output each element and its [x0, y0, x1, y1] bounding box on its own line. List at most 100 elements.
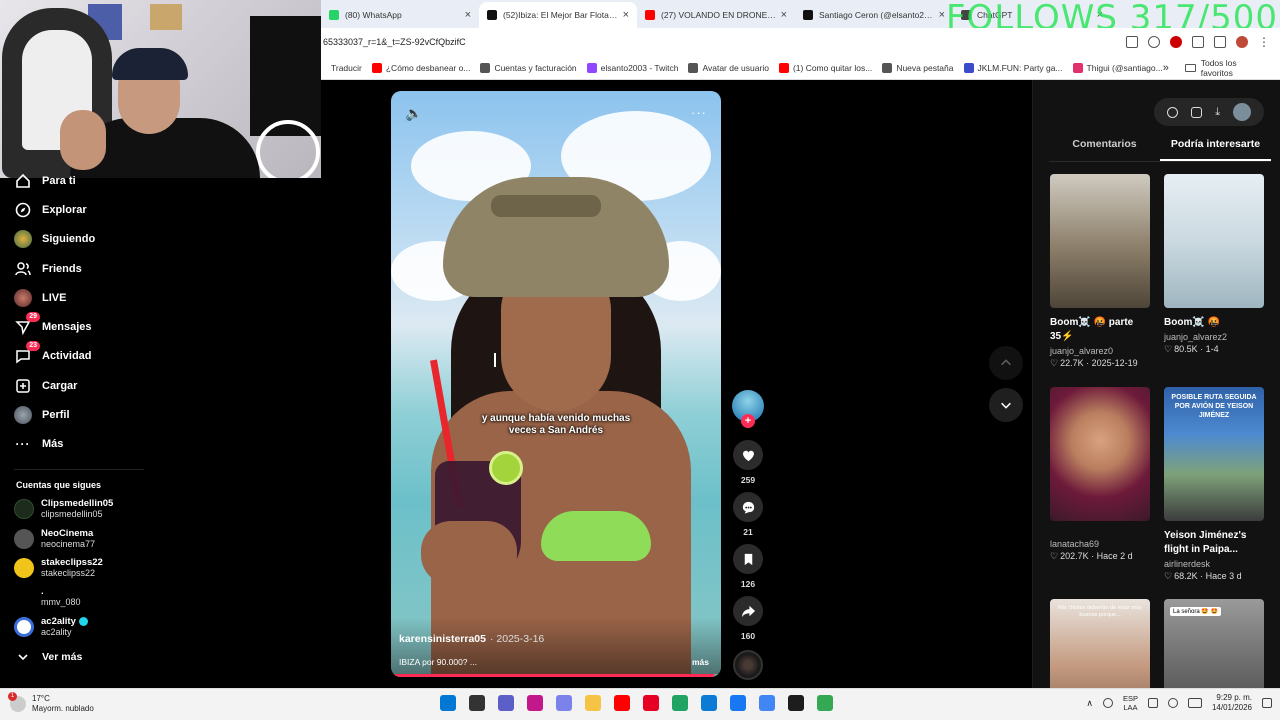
recommended-video-card[interactable]: ⋮ Boom☠️ 🤬 juanjo_alvarez2 ♡80.5K · 1-4: [1164, 174, 1264, 355]
close-tab-icon[interactable]: ×: [1097, 9, 1103, 21]
recommended-video-card[interactable]: ⋮ Boom☠️ 🤬 parte 35⚡ juanjo_alvarez0 ♡22…: [1050, 174, 1150, 369]
taskbar-app-icon[interactable]: [585, 695, 601, 711]
video-player[interactable]: 🔈 ··· y aunque había venido muchas veces…: [391, 91, 721, 677]
sidebar-item-perfil[interactable]: Perfil: [14, 404, 70, 426]
taskbar-app-icon[interactable]: [788, 695, 804, 711]
next-video-button[interactable]: [989, 388, 1023, 422]
bookmarks-overflow-icon[interactable]: »: [1163, 62, 1169, 74]
expand-description-button[interactable]: más: [692, 657, 709, 667]
chevron-up-icon[interactable]: ∧: [1086, 698, 1093, 709]
microphone-icon[interactable]: [1102, 698, 1113, 708]
bookmark-item[interactable]: (1) Como quitar los...: [778, 62, 872, 73]
followed-account[interactable]: NeoCinema neocinema77: [14, 528, 95, 550]
follow-plus-icon[interactable]: +: [741, 414, 755, 428]
like-button[interactable]: 259: [731, 440, 765, 485]
battery-icon[interactable]: [1187, 698, 1202, 708]
browser-tab[interactable]: (80) WhatsApp ×: [321, 2, 479, 28]
share-button[interactable]: 160: [731, 596, 765, 641]
close-tab-icon[interactable]: ×: [465, 9, 471, 21]
close-tab-icon[interactable]: ×: [781, 9, 787, 21]
sidebar-item-live[interactable]: LIVE: [14, 287, 66, 309]
bookmark-item[interactable]: elsanto2003 - Twitch: [586, 62, 678, 73]
see-more-accounts-button[interactable]: Ver más: [14, 646, 82, 668]
all-bookmarks-button[interactable]: Todos los favoritos: [1201, 58, 1270, 78]
notifications-icon[interactable]: [1262, 698, 1272, 708]
sidebar-item-para-ti[interactable]: Para ti: [14, 170, 76, 192]
comment-button[interactable]: 21: [731, 492, 765, 537]
sidebar-item-mensajes[interactable]: 29 Mensajes: [14, 312, 92, 338]
share-icon: [741, 605, 755, 617]
explore-icon[interactable]: [1166, 106, 1178, 118]
previous-video-button[interactable]: [989, 346, 1023, 380]
install-app-icon[interactable]: [1126, 36, 1138, 48]
taskbar-app-icon[interactable]: [672, 695, 688, 711]
more-options-icon[interactable]: ···: [691, 105, 707, 120]
bookmark-item[interactable]: Traducir: [331, 63, 362, 73]
browser-tab[interactable]: (27) VOLANDO EN DRONE 4K ×: [637, 2, 795, 28]
video-thumbnail[interactable]: ⋮: [1050, 387, 1150, 521]
volume-icon[interactable]: 🔈: [405, 105, 422, 122]
followed-account[interactable]: ac2ality ac2ality: [14, 616, 88, 638]
sidebar-item-siguiendo[interactable]: Siguiendo: [14, 228, 95, 250]
recommended-video-card[interactable]: POSIBLE RUTA SEGUIDA POR AVIÓN DE YEISON…: [1164, 387, 1264, 582]
close-tab-icon[interactable]: ×: [939, 9, 945, 21]
taskbar-app-icon[interactable]: [730, 695, 746, 711]
weather-widget[interactable]: 1 17°C Mayorm. nublado: [8, 692, 94, 714]
sidebar-item-friends[interactable]: Friends: [14, 258, 82, 280]
recommended-video-card[interactable]: ⋮ lanatacha69 ♡202.7K · Hace 2 d: [1050, 387, 1150, 562]
video-thumbnail[interactable]: ⋮: [1050, 174, 1150, 308]
bookmark-item[interactable]: Cuentas y facturación: [480, 62, 577, 73]
tab-podria-interesarte[interactable]: Podría interesarte: [1160, 138, 1271, 161]
clock[interactable]: 9:29 p. m. 14/01/2026: [1212, 693, 1252, 713]
bookmark-item[interactable]: Nueva pestaña: [882, 62, 954, 73]
sidebar-item-mas[interactable]: ··· Más: [14, 433, 64, 455]
user-avatar[interactable]: [1233, 103, 1252, 121]
windows-taskbar: 1 17°C Mayorm. nublado ∧ ESP LAA 9:29 p. m…: [0, 688, 1280, 720]
video-thumbnail[interactable]: ⋮: [1164, 174, 1264, 308]
media-controls-icon[interactable]: [1214, 36, 1226, 48]
profile-avatar-icon[interactable]: [1236, 36, 1248, 48]
download-icon[interactable]: ⤓: [1215, 106, 1220, 119]
followed-account[interactable]: Clipsmedellin05 clipsmedellin05: [14, 498, 113, 520]
close-tab-icon[interactable]: ×: [623, 9, 629, 21]
language-indicator[interactable]: ESP LAA: [1123, 694, 1138, 712]
followed-account[interactable]: stakeclipss22 stakeclipss22: [14, 557, 103, 579]
heart-icon: ♡: [1050, 358, 1059, 368]
browser-tab[interactable]: (52)Ibiza: El Mejor Bar Flotante ×: [479, 2, 637, 28]
network-icon[interactable]: [1147, 698, 1158, 708]
bookmark-item[interactable]: JKLM.FUN: Party ga...: [963, 62, 1063, 73]
save-button[interactable]: 126: [731, 544, 765, 589]
opera-extension-icon[interactable]: [1170, 36, 1182, 48]
sidebar-item-cargar[interactable]: Cargar: [14, 375, 77, 397]
bookmark-item[interactable]: Thigui (@santiago...: [1072, 62, 1163, 73]
device-icon[interactable]: [1190, 106, 1202, 118]
taskbar-app-icon[interactable]: [527, 695, 543, 711]
volume-icon[interactable]: [1167, 698, 1178, 708]
music-disc-icon[interactable]: [733, 650, 763, 680]
bookmark-star-icon[interactable]: [1148, 36, 1160, 48]
video-progress-bar[interactable]: [391, 674, 721, 677]
taskbar-app-icon[interactable]: [440, 695, 456, 711]
browser-menu-icon[interactable]: ⋮: [1258, 35, 1270, 49]
browser-tab[interactable]: ChatGPT ×: [953, 2, 1111, 28]
taskbar-app-icon[interactable]: [556, 695, 572, 711]
taskbar-app-icon[interactable]: [701, 695, 717, 711]
taskbar-app-icon[interactable]: [817, 695, 833, 711]
followed-account[interactable]: . mmv_080: [14, 586, 81, 608]
video-thumbnail[interactable]: POSIBLE RUTA SEGUIDA POR AVIÓN DE YEISON…: [1164, 387, 1264, 521]
taskbar-app-icon[interactable]: [643, 695, 659, 711]
sidebar-item-explorar[interactable]: Explorar: [14, 199, 87, 221]
video-author[interactable]: karensinisterra05 · 2025-3-16: [399, 633, 544, 645]
extensions-icon[interactable]: [1192, 36, 1204, 48]
taskbar-app-icon[interactable]: [498, 695, 514, 711]
bookmark-item[interactable]: Avatar de usuario: [688, 62, 769, 73]
taskbar-app-icon[interactable]: [614, 695, 630, 711]
account-avatar: [14, 587, 34, 607]
bookmark-item[interactable]: ¿Cómo desbanear o...: [371, 62, 470, 73]
url-field[interactable]: 65333037_r=1&_t=ZS-92vCfQbzifC: [321, 37, 1126, 47]
tab-comentarios[interactable]: Comentarios: [1049, 138, 1160, 161]
sidebar-item-actividad[interactable]: 23 Actividad: [14, 341, 92, 367]
browser-tab[interactable]: Santiago Ceron (@elsanto2003) ×: [795, 2, 953, 28]
taskbar-app-icon[interactable]: [469, 695, 485, 711]
taskbar-app-icon[interactable]: [759, 695, 775, 711]
